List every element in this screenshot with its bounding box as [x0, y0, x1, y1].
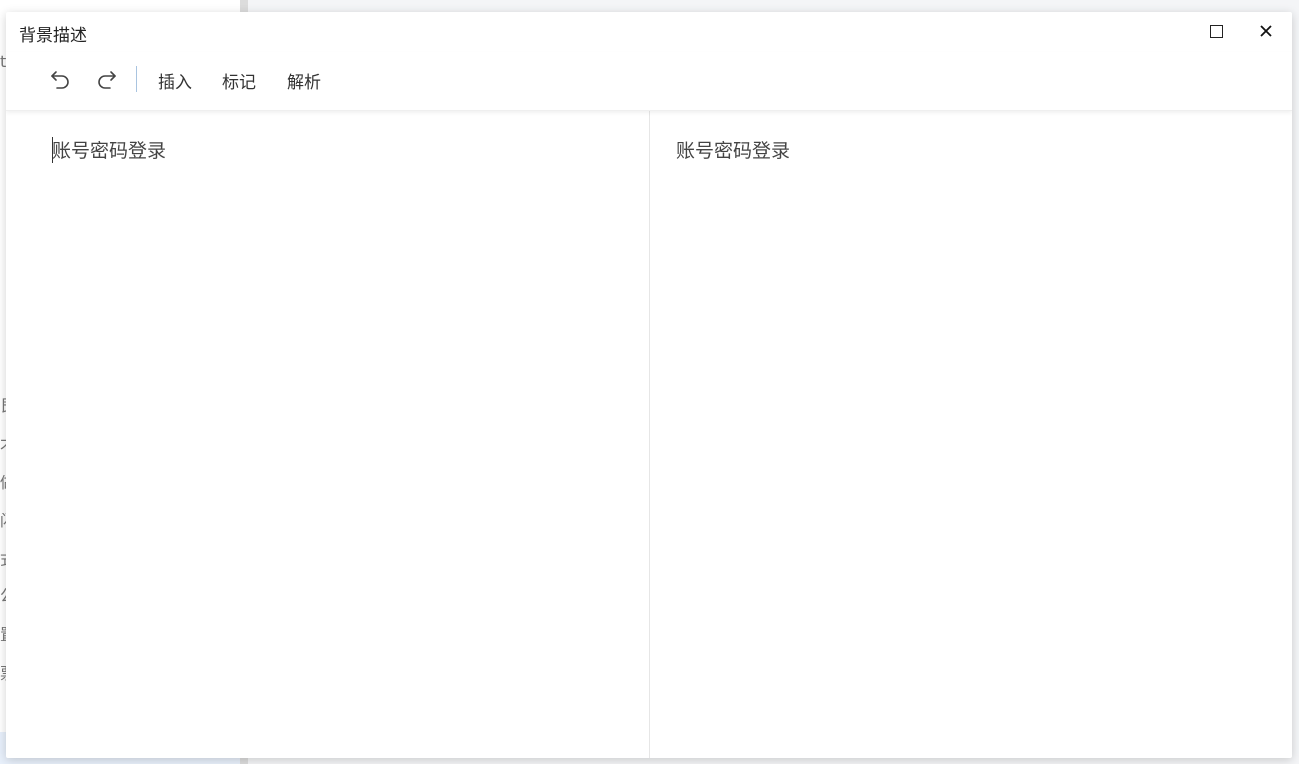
editor-pane[interactable]: 账号密码登录	[6, 110, 650, 758]
editor-toolbar: 插入 标记 解析	[6, 52, 1292, 111]
redo-button[interactable]	[94, 66, 120, 92]
preview-rendered-text: 账号密码登录	[676, 140, 791, 162]
maximize-button[interactable]	[1201, 18, 1231, 44]
redo-icon	[98, 71, 116, 89]
editor-source-text[interactable]: 账号密码登录	[52, 138, 166, 164]
dialog-title-bar: 背景描述	[6, 12, 1292, 52]
background-description-dialog: 背景描述 插入 标记 解析 账号密码登录 账号密码登录	[6, 12, 1292, 758]
dialog-title: 背景描述	[19, 26, 87, 46]
parse-button[interactable]: 解析	[287, 68, 321, 93]
insert-button[interactable]: 插入	[158, 68, 192, 93]
undo-button[interactable]	[47, 66, 73, 92]
toolbar-separator	[136, 66, 137, 92]
mark-button[interactable]: 标记	[222, 68, 256, 93]
close-icon	[1260, 25, 1272, 37]
maximize-icon	[1209, 24, 1223, 38]
preview-pane: 账号密码登录	[650, 110, 1292, 758]
close-button[interactable]	[1251, 18, 1281, 44]
undo-icon	[51, 71, 69, 89]
